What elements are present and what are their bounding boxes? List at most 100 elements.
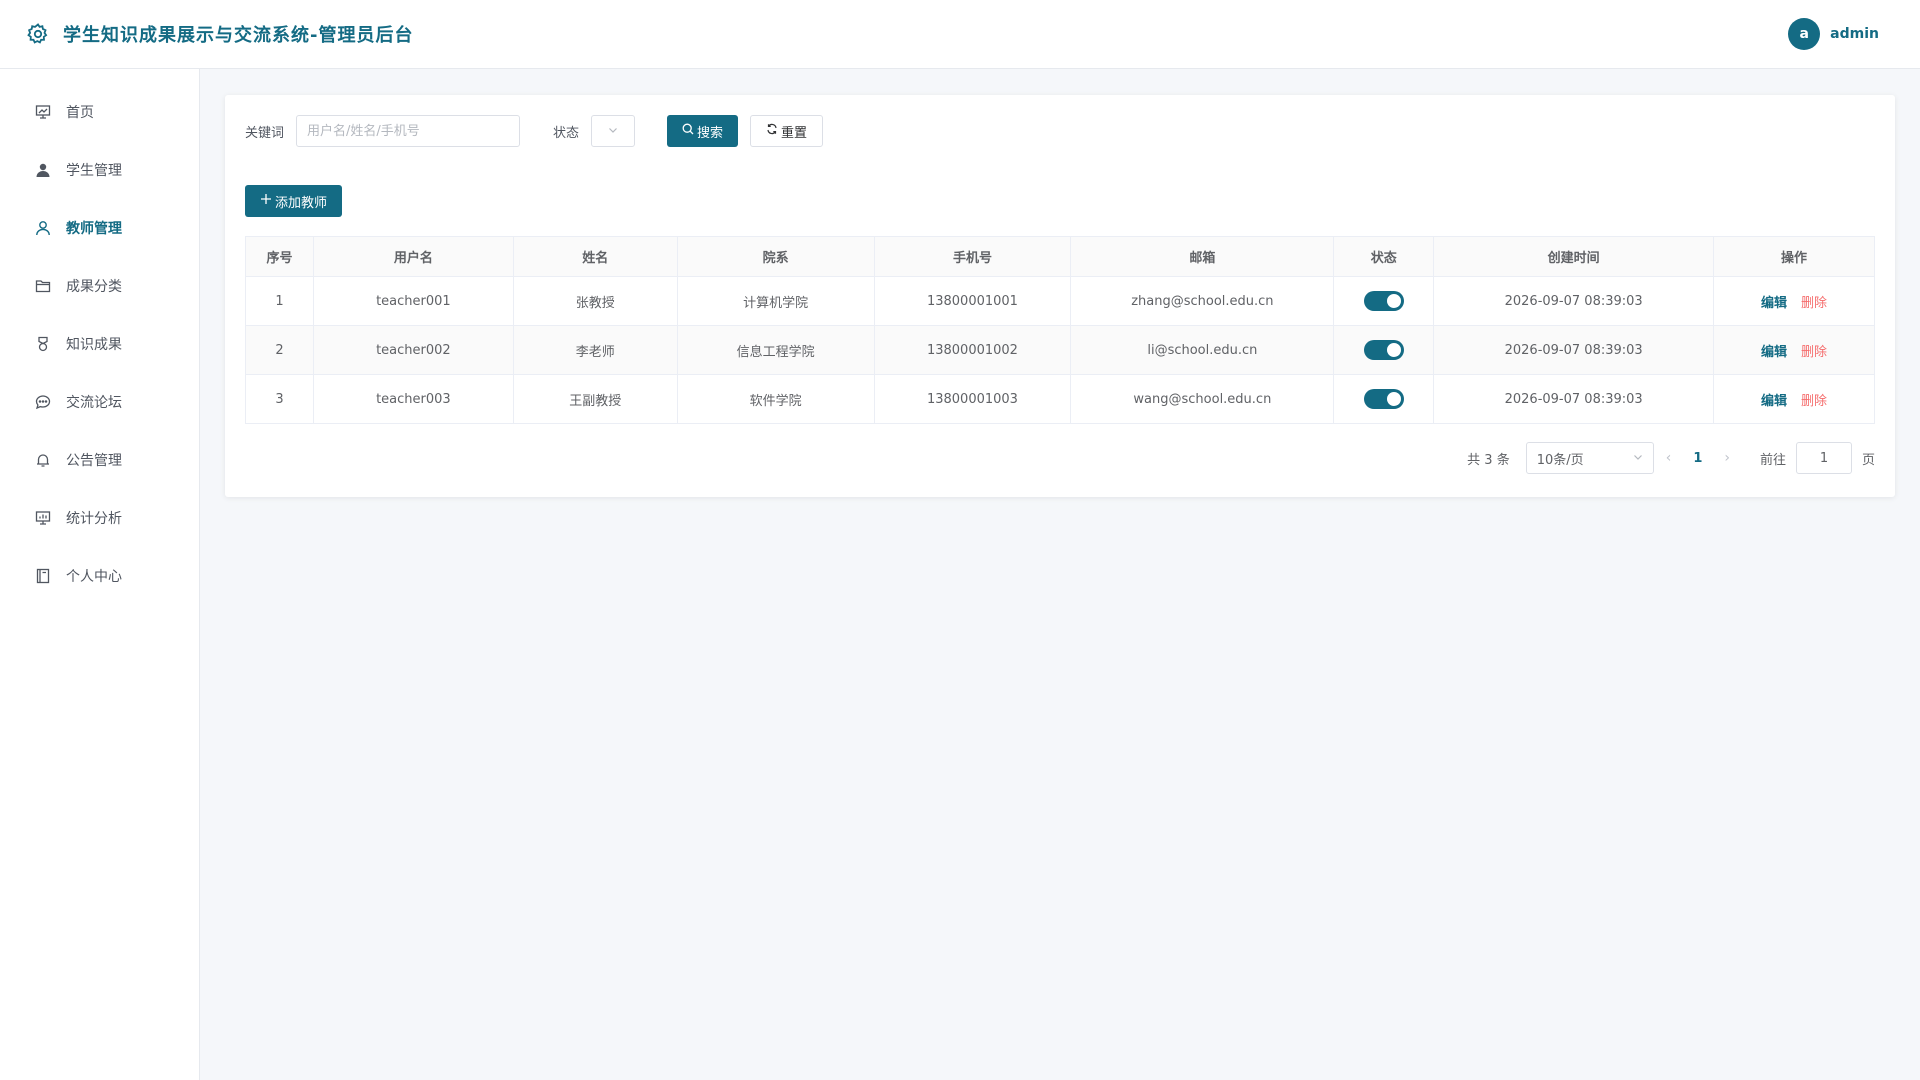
cell-email: li@school.edu.cn <box>1070 325 1335 375</box>
sidebar-item-label: 成果分类 <box>66 279 122 295</box>
username[interactable]: admin <box>1830 26 1879 42</box>
column-header: 手机号 <box>873 236 1072 277</box>
keyword-input[interactable] <box>296 115 521 147</box>
edit-button[interactable]: 编辑 <box>1761 394 1787 409</box>
table-row: 1 teacher001 张教授 计算机学院 13800001001 zhang… <box>245 276 1875 326</box>
cell-status <box>1333 276 1435 326</box>
pagination: 共 3 条 10条/页 ‹ 1 › 前往 页 <box>1467 442 1875 474</box>
status-toggle[interactable] <box>1363 389 1404 409</box>
page-size-value: 10条/页 <box>1536 452 1584 468</box>
status-toggle[interactable] <box>1363 340 1404 360</box>
refresh-icon <box>766 123 778 139</box>
chart-board-icon <box>34 509 52 527</box>
teacher-management-card: 关键词 状态 搜索 重置 添加教师 序号 <box>225 95 1895 497</box>
sidebar-item-achievements[interactable]: 知识成果 <box>0 315 199 373</box>
cell-created: 2026-09-07 08:39:03 <box>1433 325 1715 375</box>
keyword-label: 关键词 <box>245 125 285 141</box>
chevron-down-icon <box>1633 451 1643 466</box>
page-number-current[interactable]: 1 <box>1693 451 1702 466</box>
sidebar-item-label: 知识成果 <box>66 337 122 353</box>
cell-email: zhang@school.edu.cn <box>1070 276 1335 326</box>
cell-email: wang@school.edu.cn <box>1070 374 1335 424</box>
search-button[interactable]: 搜索 <box>667 115 739 147</box>
next-page-icon[interactable]: › <box>1724 450 1730 466</box>
bell-icon <box>34 451 52 469</box>
column-header: 邮箱 <box>1070 236 1335 277</box>
chat-icon <box>34 393 52 411</box>
cell-username: teacher001 <box>312 276 514 326</box>
goto-page-input[interactable] <box>1795 442 1852 474</box>
cell-username: teacher003 <box>312 374 514 424</box>
medal-icon <box>34 335 52 353</box>
sidebar-item-label: 统计分析 <box>66 511 122 527</box>
total-count: 共 3 条 <box>1467 452 1510 468</box>
sidebar-item-home[interactable]: 首页 <box>0 83 199 141</box>
cell-status <box>1333 374 1435 424</box>
reset-button[interactable]: 重置 <box>750 115 824 147</box>
column-header: 姓名 <box>512 236 678 277</box>
add-teacher-button[interactable]: 添加教师 <box>245 185 343 217</box>
cell-name: 王副教授 <box>512 374 678 424</box>
sidebar-item-profile[interactable]: 个人中心 <box>0 547 199 605</box>
edit-button[interactable]: 编辑 <box>1761 296 1787 311</box>
search-button-label: 搜索 <box>697 125 724 141</box>
sidebar-item-teachers[interactable]: 教师管理 <box>0 199 199 257</box>
cell-dept: 信息工程学院 <box>676 325 875 375</box>
column-header: 操作 <box>1713 236 1875 277</box>
delete-button[interactable]: 删除 <box>1801 394 1827 409</box>
add-teacher-label: 添加教师 <box>275 195 328 211</box>
reset-button-label: 重置 <box>781 125 808 141</box>
cell-phone: 13800001002 <box>873 325 1072 375</box>
chevron-down-icon <box>608 123 618 139</box>
cell-dept: 计算机学院 <box>676 276 875 326</box>
sidebar-item-label: 公告管理 <box>66 453 122 469</box>
delete-button[interactable]: 删除 <box>1801 345 1827 360</box>
sidebar-item-label: 个人中心 <box>66 569 122 585</box>
cell-created: 2026-09-07 08:39:03 <box>1433 374 1715 424</box>
cell-index: 1 <box>245 276 314 326</box>
cell-username: teacher002 <box>312 325 514 375</box>
sidebar-item-label: 首页 <box>66 105 94 121</box>
cell-phone: 13800001003 <box>873 374 1072 424</box>
sidebar-item-statistics[interactable]: 统计分析 <box>0 489 199 547</box>
cell-actions: 编辑 删除 <box>1713 276 1875 326</box>
delete-button[interactable]: 删除 <box>1801 296 1827 311</box>
presentation-icon <box>34 103 52 121</box>
status-select[interactable] <box>591 115 636 147</box>
sidebar: 首页 学生管理 教师管理 成果分类 知识成果 交流论坛 公告管理 统计分析 个人… <box>0 69 200 1080</box>
page-suffix: 页 <box>1861 452 1875 468</box>
sidebar-item-categories[interactable]: 成果分类 <box>0 257 199 315</box>
goto-label: 前往 <box>1759 452 1786 468</box>
sidebar-item-label: 学生管理 <box>66 163 122 179</box>
column-header: 用户名 <box>312 236 514 277</box>
user-menu[interactable]: a admin <box>1788 18 1879 50</box>
column-header: 序号 <box>245 236 314 277</box>
edit-button[interactable]: 编辑 <box>1761 345 1787 360</box>
cell-index: 2 <box>245 325 314 375</box>
table-row: 2 teacher002 李老师 信息工程学院 13800001002 li@s… <box>245 325 1875 375</box>
folder-icon <box>34 277 52 295</box>
cell-name: 张教授 <box>512 276 678 326</box>
column-header: 创建时间 <box>1433 236 1715 277</box>
table-header-row: 序号 用户名 姓名 院系 手机号 邮箱 状态 创建时间 操作 <box>245 236 1875 277</box>
cell-actions: 编辑 删除 <box>1713 325 1875 375</box>
table-row: 3 teacher003 王副教授 软件学院 13800001003 wang@… <box>245 374 1875 424</box>
gear-icon <box>25 21 51 47</box>
sidebar-item-forum[interactable]: 交流论坛 <box>0 373 199 431</box>
cell-dept: 软件学院 <box>676 374 875 424</box>
sidebar-item-label: 教师管理 <box>66 221 122 237</box>
cell-index: 3 <box>245 374 314 424</box>
cell-status <box>1333 325 1435 375</box>
sidebar-item-label: 交流论坛 <box>66 395 122 411</box>
search-bar: 关键词 状态 搜索 重置 <box>245 115 824 147</box>
plus-icon <box>260 193 272 209</box>
sidebar-item-announcements[interactable]: 公告管理 <box>0 431 199 489</box>
status-toggle[interactable] <box>1363 291 1404 311</box>
column-header: 院系 <box>676 236 875 277</box>
avatar[interactable]: a <box>1788 18 1821 50</box>
sidebar-item-students[interactable]: 学生管理 <box>0 141 199 199</box>
page-size-select[interactable]: 10条/页 <box>1525 442 1654 474</box>
prev-page-icon[interactable]: ‹ <box>1666 450 1672 466</box>
cell-phone: 13800001001 <box>873 276 1072 326</box>
cell-name: 李老师 <box>512 325 678 375</box>
